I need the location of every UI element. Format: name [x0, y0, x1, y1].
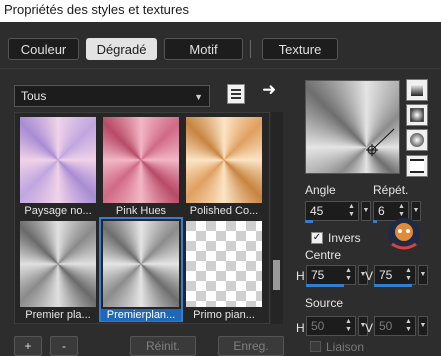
thumbnail-label: Pink Hues [115, 205, 167, 217]
angle-slider[interactable] [305, 220, 313, 223]
rectangular-style-icon [410, 108, 424, 122]
sunburst-style-icon [410, 159, 424, 173]
center-v-label: V [365, 269, 374, 283]
center-v-dropdown[interactable]: ▼ [418, 265, 428, 285]
category-select[interactable]: Tous ▼ [14, 85, 210, 107]
category-select-value: Tous [21, 89, 47, 103]
gradient-thumbnail-selected[interactable]: Premierplan... [99, 217, 183, 322]
angle-input[interactable]: 45 ▲ ▼ [305, 201, 359, 221]
gradient-thumbnail[interactable]: Primo pian... [184, 219, 264, 321]
radial-style-button[interactable] [406, 129, 428, 151]
sunburst-style-button[interactable] [406, 155, 428, 177]
thumbnail-label: Polished Co... [189, 205, 259, 217]
center-label: Centre [305, 248, 342, 262]
thumbnail-scrollbar[interactable] [271, 112, 283, 324]
spinner-arrows-icon[interactable]: ▲ ▼ [344, 318, 353, 334]
gradient-thumbnail[interactable]: Pink Hues [101, 115, 181, 217]
tab-degrade[interactable]: Dégradé [86, 38, 157, 60]
save-button[interactable]: Enreg. [218, 336, 284, 356]
center-h-value: 75 [311, 268, 325, 282]
remove-button[interactable]: - [50, 336, 78, 356]
thumbnail-label: Paysage no... [24, 205, 92, 217]
list-view-icon[interactable] [227, 84, 245, 104]
repeat-label: Répét. [373, 183, 409, 197]
invert-label: Invers [328, 231, 361, 245]
center-v-value: 75 [379, 268, 393, 282]
source-h-input[interactable]: 50 ▲ ▼ [306, 316, 356, 336]
source-v-input[interactable]: 50 ▲ ▼ [374, 316, 416, 336]
title-bar: Propriétés des styles et textures [0, 0, 441, 22]
add-button[interactable]: + [14, 336, 42, 356]
thumbnail-label: Premierplan... [101, 309, 181, 321]
reset-button[interactable]: Réinit. [130, 336, 196, 356]
center-h-label: H [296, 269, 305, 283]
linear-style-icon [411, 84, 423, 96]
repeat-slider[interactable] [373, 220, 377, 223]
radial-style-icon [410, 133, 424, 147]
source-v-dropdown[interactable]: ▼ [418, 316, 428, 336]
scrollbar-handle[interactable] [273, 260, 280, 290]
angle-dropdown[interactable]: ▼ [361, 201, 371, 221]
thumbnail-image [20, 221, 96, 307]
thumbnail-image [20, 117, 96, 203]
window-title: Propriétés des styles et textures [4, 2, 189, 17]
tab-texture[interactable]: Texture [262, 38, 338, 60]
source-h-label: H [296, 321, 305, 335]
tab-couleur[interactable]: Couleur [8, 38, 79, 60]
chevron-down-icon: ▼ [194, 92, 203, 102]
gradient-thumbnail[interactable]: Premier pla... [18, 219, 98, 321]
arrow-right-icon[interactable]: ➜ [262, 80, 276, 100]
center-v-slider[interactable] [374, 284, 412, 287]
angle-label: Angle [305, 183, 336, 197]
link-label: Liaison [326, 340, 365, 354]
link-checkbox[interactable] [310, 341, 321, 352]
thumbnail-image [186, 221, 262, 307]
thumbnail-image [103, 221, 179, 307]
invert-checkbox[interactable]: ✓ [311, 232, 323, 244]
spinner-arrows-icon[interactable]: ▲ ▼ [404, 267, 413, 283]
center-h-input[interactable]: 75 ▲ ▼ [306, 265, 356, 285]
divider [0, 68, 441, 69]
source-label: Source [305, 296, 344, 310]
decorative-artwork [388, 218, 420, 250]
thumbnail-label: Premier pla... [25, 309, 91, 321]
gradient-thumbnail-grid: Paysage no... Pink Hues Polished Co... P… [14, 112, 270, 324]
gradient-thumbnail[interactable]: Paysage no... [18, 115, 98, 217]
rectangular-style-button[interactable] [406, 104, 428, 126]
thumbnail-image [103, 117, 179, 203]
tab-separator [250, 40, 251, 58]
center-h-slider[interactable] [306, 284, 344, 287]
gradient-thumbnail[interactable]: Polished Co... [184, 115, 264, 217]
linear-style-button[interactable] [406, 79, 428, 101]
center-v-input[interactable]: 75 ▲ ▼ [374, 265, 416, 285]
gradient-preview[interactable] [305, 80, 400, 174]
gradient-handle-icon [366, 128, 395, 156]
angle-value: 45 [310, 204, 324, 218]
source-v-value: 50 [379, 319, 393, 333]
spinner-arrows-icon[interactable]: ▲ ▼ [344, 267, 353, 283]
thumbnail-label: Primo pian... [193, 309, 255, 321]
source-h-value: 50 [311, 319, 325, 333]
tab-motif[interactable]: Motif [164, 38, 243, 60]
spinner-arrows-icon[interactable]: ▲ ▼ [347, 203, 356, 219]
thumbnail-image [186, 117, 262, 203]
spinner-arrows-icon[interactable]: ▲ ▼ [404, 318, 413, 334]
source-v-label: V [365, 321, 374, 335]
